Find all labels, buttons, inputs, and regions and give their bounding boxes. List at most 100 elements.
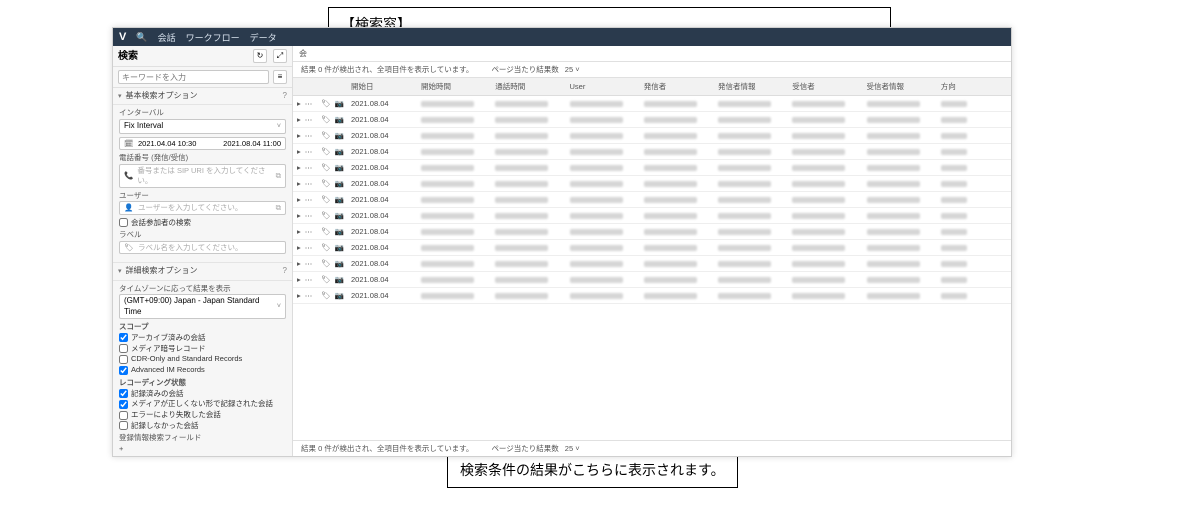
expand-row-icon[interactable]: ▸ (297, 115, 301, 124)
row-more-icon[interactable]: ⋯ (305, 243, 313, 252)
user-input[interactable]: 👤 ユーザーを入力してください。 ⧉ (119, 201, 286, 215)
interval-select[interactable]: Fix Interval (119, 119, 286, 133)
tag-icon: 🏷 (321, 115, 331, 124)
cell-duration (495, 213, 548, 219)
main-toolbar: 会 (293, 46, 1011, 62)
table-row[interactable]: ▸⋯🏷📷2021.08.04 (293, 272, 1011, 288)
table-row[interactable]: ▸⋯🏷📷2021.08.04 (293, 96, 1011, 112)
cell-start-time (421, 245, 474, 251)
cell-caller-info (718, 261, 771, 267)
col-callee-info[interactable]: 受信者情報 (863, 78, 937, 96)
menu-settings[interactable]: 会話 (158, 31, 176, 44)
section-basic-search[interactable]: 基本検索オプション ? (113, 88, 292, 105)
table-row[interactable]: ▸⋯🏷📷2021.08.04 (293, 176, 1011, 192)
row-more-icon[interactable]: ⋯ (305, 227, 313, 236)
page-size-label: ページ当たり結果数 (491, 64, 558, 75)
refresh-icon[interactable]: ↻ (253, 49, 267, 63)
col-caller[interactable]: 発信者 (640, 78, 714, 96)
rec-error[interactable]: エラーにより失敗した会話 (119, 410, 286, 420)
scope-cdr-only[interactable]: CDR-Only and Standard Records (119, 354, 286, 364)
row-more-icon[interactable]: ⋯ (305, 131, 313, 140)
scope-media-encrypted[interactable]: メディア暗号レコード (119, 344, 286, 354)
page-size-select-bottom[interactable]: 25 ˅ (565, 444, 580, 453)
row-more-icon[interactable]: ⋯ (305, 147, 313, 156)
expand-row-icon[interactable]: ▸ (297, 163, 301, 172)
table-row[interactable]: ▸⋯🏷📷2021.08.04 (293, 208, 1011, 224)
row-more-icon[interactable]: ⋯ (305, 179, 313, 188)
row-more-icon[interactable]: ⋯ (305, 195, 313, 204)
col-start-date[interactable]: 開始日 (347, 78, 417, 96)
col-start-time[interactable]: 開始時間 (417, 78, 491, 96)
expand-row-icon[interactable]: ▸ (297, 211, 301, 220)
table-row[interactable]: ▸⋯🏷📷2021.08.04 (293, 144, 1011, 160)
table-row[interactable]: ▸⋯🏷📷2021.08.04 (293, 240, 1011, 256)
row-more-icon[interactable]: ⋯ (305, 259, 313, 268)
cell-callee-info (867, 117, 920, 123)
table-row[interactable]: ▸⋯🏷📷2021.08.04 (293, 256, 1011, 272)
expand-row-icon[interactable]: ▸ (297, 227, 301, 236)
expand-row-icon[interactable]: ▸ (297, 275, 301, 284)
copy-icon[interactable]: ⧉ (276, 171, 281, 181)
expand-icon[interactable]: ⤢ (273, 49, 287, 63)
camera-icon: 📷 (335, 147, 344, 156)
col-callee[interactable]: 受信者 (788, 78, 862, 96)
expand-row-icon[interactable]: ▸ (297, 179, 301, 188)
table-row[interactable]: ▸⋯🏷📷2021.08.04 (293, 112, 1011, 128)
menu-workflow[interactable]: ワークフロー (186, 31, 240, 44)
cell-caller (644, 197, 697, 203)
row-more-icon[interactable]: ⋯ (305, 291, 313, 300)
menu-data[interactable]: データ (250, 31, 277, 44)
cell-callee (792, 277, 845, 283)
expand-row-icon[interactable]: ▸ (297, 243, 301, 252)
col-caller-info[interactable]: 発信者情報 (714, 78, 788, 96)
section-advanced-search[interactable]: 詳細検索オプション ? (113, 263, 292, 280)
date-range-input[interactable]: 🗓 2021.04.04 10:30 2021.08.04 11:00 (119, 137, 286, 151)
cell-callee-info (867, 277, 920, 283)
search-go-button[interactable]: ≡ (273, 70, 287, 84)
expand-row-icon[interactable]: ▸ (297, 291, 301, 300)
main-tab[interactable]: 会 (299, 48, 307, 59)
scope-archived[interactable]: アーカイブ済みの会話 (119, 333, 286, 343)
user-placeholder: ユーザーを入力してください。 (138, 203, 242, 213)
sidebar-tab-search[interactable]: 検索 (118, 50, 247, 63)
help-icon[interactable]: ? (283, 91, 287, 101)
copy-icon[interactable]: ⧉ (276, 203, 281, 213)
col-expand[interactable] (293, 78, 317, 96)
expand-row-icon[interactable]: ▸ (297, 195, 301, 204)
expand-row-icon[interactable]: ▸ (297, 99, 301, 108)
col-icons[interactable] (317, 78, 347, 96)
help-icon[interactable]: ? (283, 266, 287, 276)
label-input[interactable]: 🏷 ラベル名を入力してください。 (119, 241, 286, 255)
table-row[interactable]: ▸⋯🏷📷2021.08.04 (293, 288, 1011, 304)
col-duration[interactable]: 通話時間 (491, 78, 565, 96)
expand-row-icon[interactable]: ▸ (297, 259, 301, 268)
cell-direction (941, 165, 968, 171)
col-direction[interactable]: 方向 (937, 78, 1011, 96)
chk-participant-search[interactable]: 会話参加者の検索 (119, 218, 286, 228)
rec-recorded[interactable]: 記録済みの会話 (119, 389, 286, 399)
row-more-icon[interactable]: ⋯ (305, 163, 313, 172)
row-more-icon[interactable]: ⋯ (305, 115, 313, 124)
scope-advanced-im[interactable]: Advanced IM Records (119, 365, 286, 375)
expand-row-icon[interactable]: ▸ (297, 131, 301, 140)
rec-not-recorded[interactable]: 記録しなかった会話 (119, 421, 286, 431)
table-row[interactable]: ▸⋯🏷📷2021.08.04 (293, 128, 1011, 144)
phone-input[interactable]: 📞 番号または SIP URI を入力してください。 ⧉ (119, 164, 286, 188)
cell-start-time (421, 149, 474, 155)
chk-participant-box[interactable] (119, 218, 128, 227)
row-more-icon[interactable]: ⋯ (305, 99, 313, 108)
row-more-icon[interactable]: ⋯ (305, 211, 313, 220)
search-icon[interactable]: 🔍 (136, 32, 147, 43)
table-row[interactable]: ▸⋯🏷📷2021.08.04 (293, 224, 1011, 240)
rec-bad-media[interactable]: メディアが正しくない形で記録された会話 (119, 399, 286, 409)
tz-select[interactable]: (GMT+09:00) Japan - Japan Standard Time (119, 294, 286, 319)
add-reg-field-button[interactable]: + (119, 444, 286, 454)
expand-row-icon[interactable]: ▸ (297, 147, 301, 156)
keyword-search-input[interactable] (118, 70, 269, 84)
row-more-icon[interactable]: ⋯ (305, 275, 313, 284)
page-size-select[interactable]: 25 ˅ (565, 65, 580, 74)
table-row[interactable]: ▸⋯🏷📷2021.08.04 (293, 160, 1011, 176)
table-row[interactable]: ▸⋯🏷📷2021.08.04 (293, 192, 1011, 208)
cell-direction (941, 229, 968, 235)
col-user[interactable]: User (566, 78, 640, 96)
